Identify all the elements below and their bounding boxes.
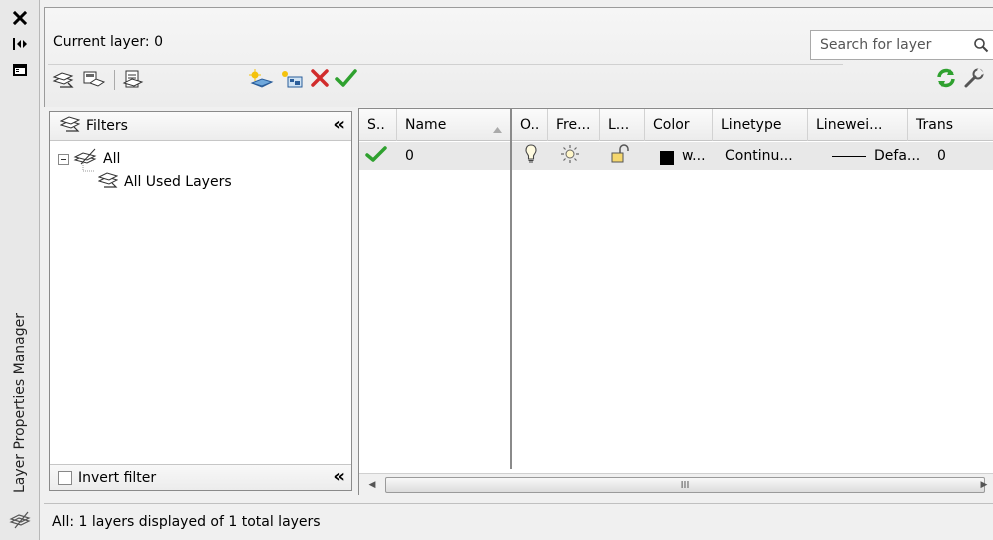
palette-title-strip: Layer Properties Manager bbox=[0, 0, 40, 540]
column-header-on[interactable]: O.. bbox=[512, 109, 548, 141]
new-layer-vp-frozen-button[interactable] bbox=[279, 67, 305, 93]
status-bar: All: 1 layers displayed of 1 total layer… bbox=[44, 503, 993, 540]
autohide-icon[interactable] bbox=[8, 32, 32, 56]
bulb-icon bbox=[525, 144, 537, 168]
column-header-name[interactable]: Name bbox=[397, 109, 510, 141]
used-layers-filter-icon bbox=[97, 171, 119, 193]
sun-icon bbox=[560, 144, 580, 168]
layer-name[interactable]: 0 bbox=[405, 142, 414, 170]
color-swatch bbox=[660, 151, 674, 165]
search-box[interactable] bbox=[810, 30, 993, 60]
collapse-panel-button[interactable]: « bbox=[333, 468, 345, 486]
scrollbar-thumb[interactable]: III bbox=[385, 477, 985, 493]
checkmark-icon bbox=[365, 145, 387, 167]
layer-on-toggle[interactable] bbox=[525, 142, 537, 170]
filters-icon bbox=[59, 115, 81, 137]
horizontal-scrollbar[interactable]: ◀ III ▶ bbox=[359, 473, 993, 495]
invert-filter-checkbox[interactable] bbox=[58, 470, 72, 485]
filters-footer: Invert filter « bbox=[50, 464, 351, 490]
filters-panel: Filters « All All Used Layers Invert fil… bbox=[49, 111, 352, 491]
search-input[interactable] bbox=[820, 37, 960, 53]
search-icon[interactable] bbox=[973, 37, 989, 57]
tree-node-label: All Used Layers bbox=[124, 174, 232, 190]
column-header-lock[interactable]: L... bbox=[600, 109, 645, 141]
settings-button[interactable] bbox=[961, 67, 987, 93]
current-layer-label: Current layer: 0 bbox=[53, 34, 163, 50]
scrollbar-grip: III bbox=[680, 479, 690, 491]
column-header-name-label: Name bbox=[405, 117, 447, 133]
column-header-status[interactable]: S.. bbox=[359, 109, 397, 141]
layer-transparency[interactable]: 0 bbox=[937, 142, 946, 170]
new-property-filter-button[interactable] bbox=[51, 67, 77, 93]
column-header-freeze[interactable]: Fre... bbox=[548, 109, 600, 141]
layer-lock-toggle[interactable] bbox=[610, 142, 632, 170]
all-filter-icon bbox=[73, 148, 99, 170]
refresh-button[interactable] bbox=[933, 67, 959, 93]
collapse-toggle-icon[interactable] bbox=[58, 153, 69, 165]
scroll-left-arrow[interactable]: ◀ bbox=[365, 478, 379, 492]
layers-icon bbox=[9, 508, 31, 534]
frozen-columns-divider bbox=[510, 109, 512, 469]
header: Current layer: 0 bbox=[44, 7, 993, 107]
properties-icon[interactable] bbox=[8, 58, 32, 82]
set-current-button[interactable] bbox=[333, 67, 359, 93]
layer-states-manager-button[interactable] bbox=[121, 67, 147, 93]
current-layer-status bbox=[365, 142, 387, 170]
checkmark-icon bbox=[335, 68, 357, 92]
layer-freeze-toggle[interactable] bbox=[560, 142, 580, 170]
close-icon[interactable] bbox=[8, 6, 32, 30]
layer-lineweight-value: Defa... bbox=[874, 148, 921, 164]
filters-header: Filters « bbox=[50, 112, 351, 141]
layer-lineweight[interactable]: Defa... bbox=[832, 142, 920, 170]
delete-layer-button[interactable] bbox=[307, 67, 333, 93]
tree-node-all[interactable]: All bbox=[58, 148, 121, 170]
layer-color[interactable]: w... bbox=[660, 142, 706, 170]
column-header-transparency[interactable]: Trans bbox=[908, 109, 993, 141]
layer-row[interactable]: 0 w... Continu... Defa... 0 bbox=[359, 142, 993, 170]
layer-color-name: w... bbox=[682, 148, 706, 164]
invert-filter-label: Invert filter bbox=[78, 469, 157, 486]
column-header-linetype[interactable]: Linetype bbox=[713, 109, 808, 141]
column-header-lineweight[interactable]: Linewei... bbox=[808, 109, 908, 141]
toolbar-divider bbox=[114, 70, 115, 90]
new-layer-button[interactable] bbox=[248, 67, 274, 93]
settings-icon bbox=[963, 67, 985, 93]
column-header-color[interactable]: Color bbox=[645, 109, 713, 141]
new-group-filter-button[interactable] bbox=[81, 67, 107, 93]
palette-title: Layer Properties Manager bbox=[12, 312, 28, 494]
header-divider bbox=[48, 64, 843, 65]
filters-title: Filters bbox=[86, 118, 128, 134]
tree-node-all-used-layers[interactable]: All Used Layers bbox=[97, 171, 232, 193]
tree-node-label: All bbox=[103, 151, 121, 167]
status-text: All: 1 layers displayed of 1 total layer… bbox=[52, 514, 321, 530]
refresh-icon bbox=[935, 67, 957, 93]
layer-list: S.. Name O.. Fre... L... Color Linetype … bbox=[358, 108, 993, 495]
layer-properties-manager: Current layer: 0 Search for layer Filter… bbox=[44, 7, 993, 540]
column-headers: S.. Name O.. Fre... L... Color Linetype … bbox=[359, 109, 993, 141]
collapse-filters-button[interactable]: « bbox=[333, 116, 345, 134]
lineweight-sample bbox=[832, 155, 866, 157]
scroll-right-arrow[interactable]: ▶ bbox=[977, 478, 991, 492]
unlocked-padlock-icon bbox=[610, 144, 632, 168]
sort-ascending-icon bbox=[493, 121, 502, 137]
delete-icon bbox=[310, 68, 330, 92]
layer-linetype[interactable]: Continu... bbox=[725, 142, 793, 170]
